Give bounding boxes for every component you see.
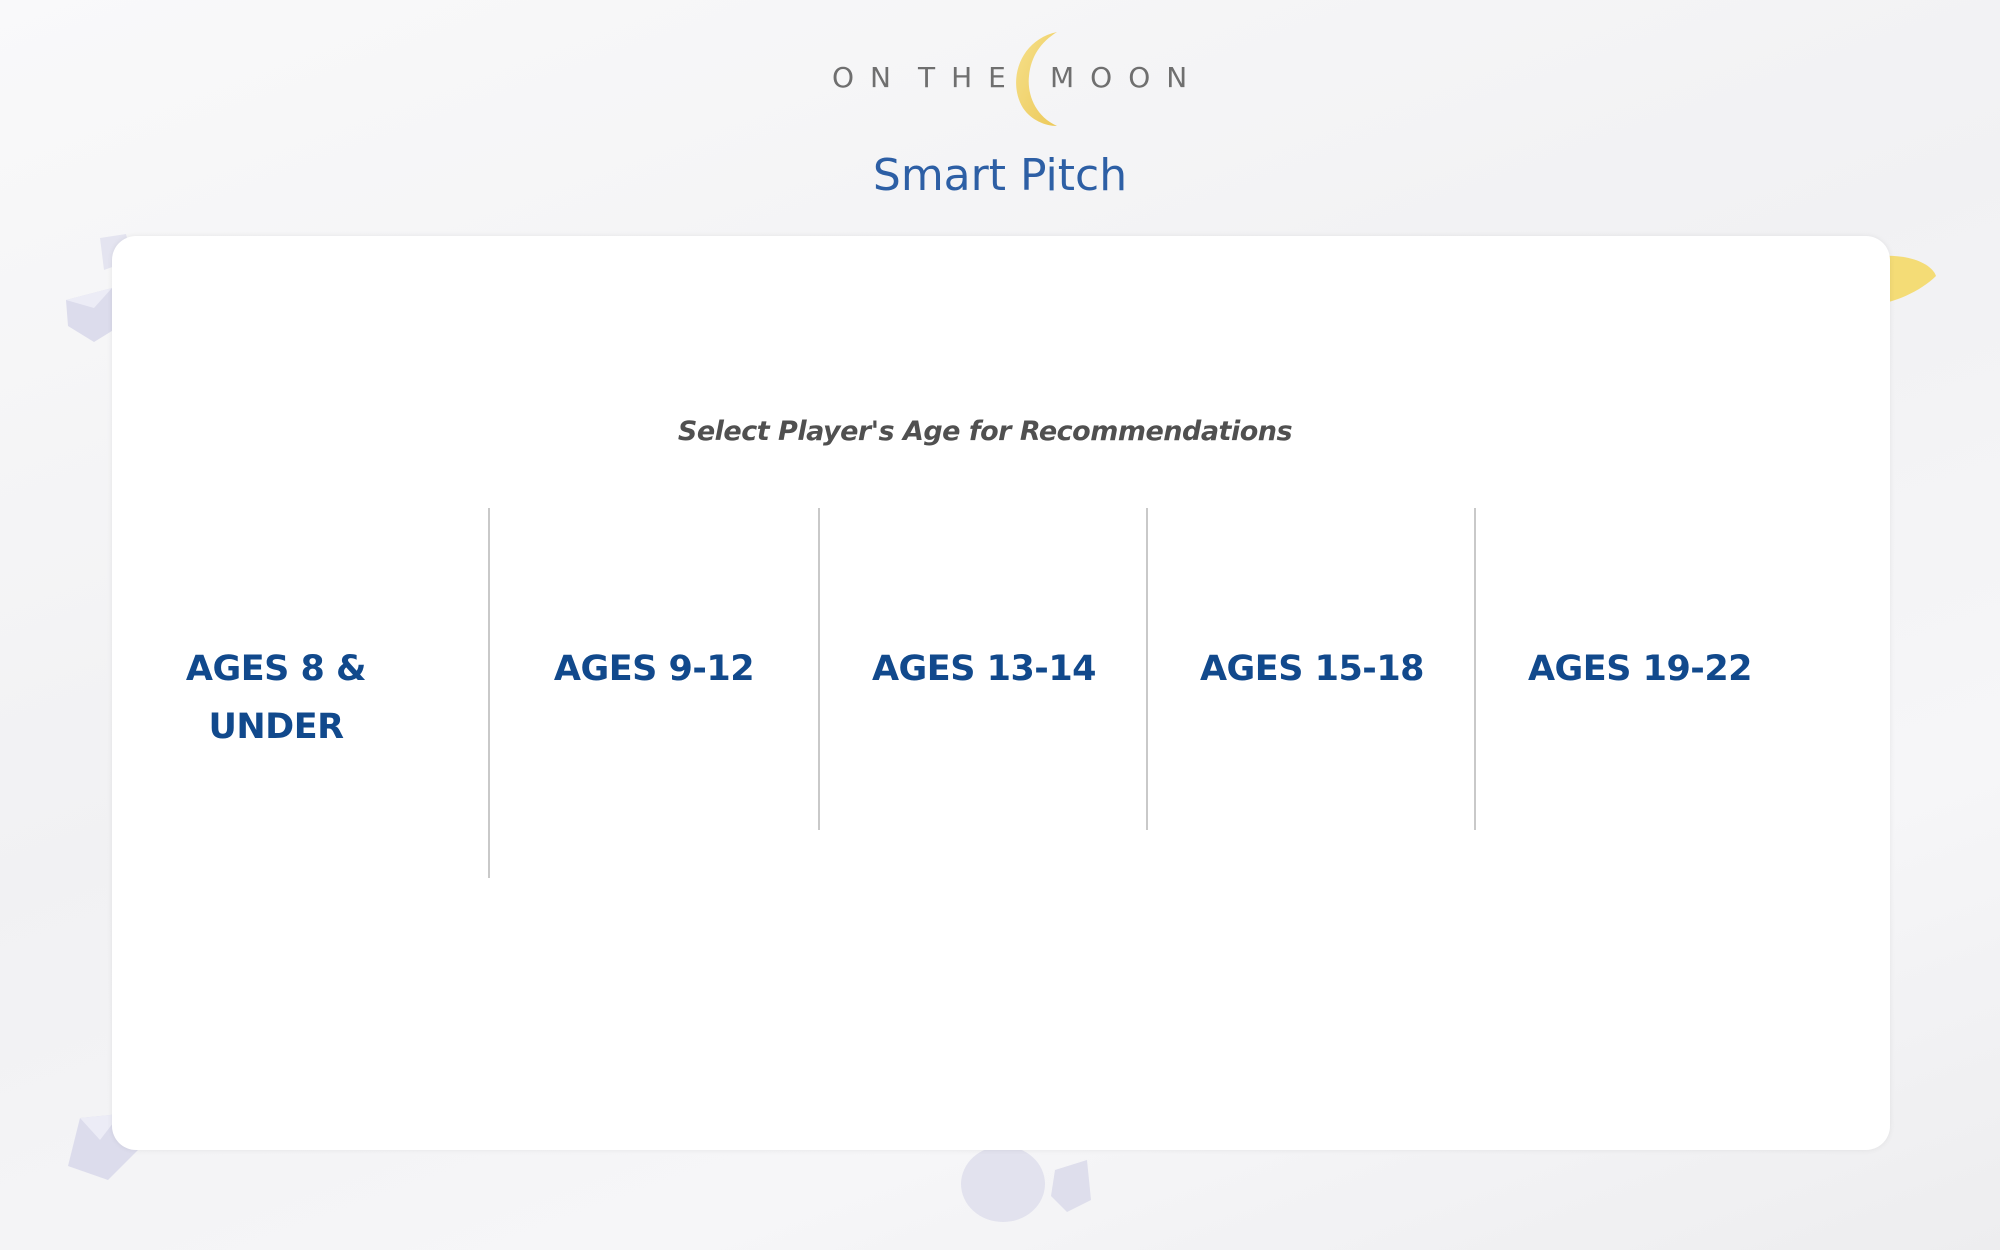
age-option-label: AGES 9-12 — [553, 649, 755, 689]
on-the-moon-logo: ON THE MOON — [0, 30, 2000, 130]
logo-word-on: ON — [832, 61, 907, 94]
logo-word-moon: MOON — [1050, 61, 1204, 94]
age-selection-prompt: Select Player's Age for Recommendations — [677, 416, 1293, 447]
age-option-8-and-under[interactable]: AGES 8 & UNDER — [112, 508, 440, 878]
age-option-15-18[interactable]: AGES 15-18 — [1148, 508, 1476, 878]
decorative-stone-bottom-center-icon — [961, 1146, 1091, 1222]
age-option-label: AGES 8 & UNDER — [185, 649, 367, 747]
age-option-19-22[interactable]: AGES 19-22 — [1476, 508, 1804, 878]
age-option-label: AGES 19-22 — [1527, 649, 1753, 689]
app-title: Smart Pitch — [872, 150, 1128, 201]
age-selection-card: Select Player's Age for Recommendations … — [112, 236, 1890, 1150]
age-options-grid: AGES 8 & UNDER AGES 9-12 AGES 13-14 AGES… — [112, 508, 1890, 878]
age-option-13-14[interactable]: AGES 13-14 — [820, 508, 1148, 878]
age-option-label: AGES 13-14 — [871, 649, 1097, 689]
age-option-label: AGES 15-18 — [1199, 649, 1425, 689]
age-option-9-12[interactable]: AGES 9-12 — [490, 508, 818, 878]
